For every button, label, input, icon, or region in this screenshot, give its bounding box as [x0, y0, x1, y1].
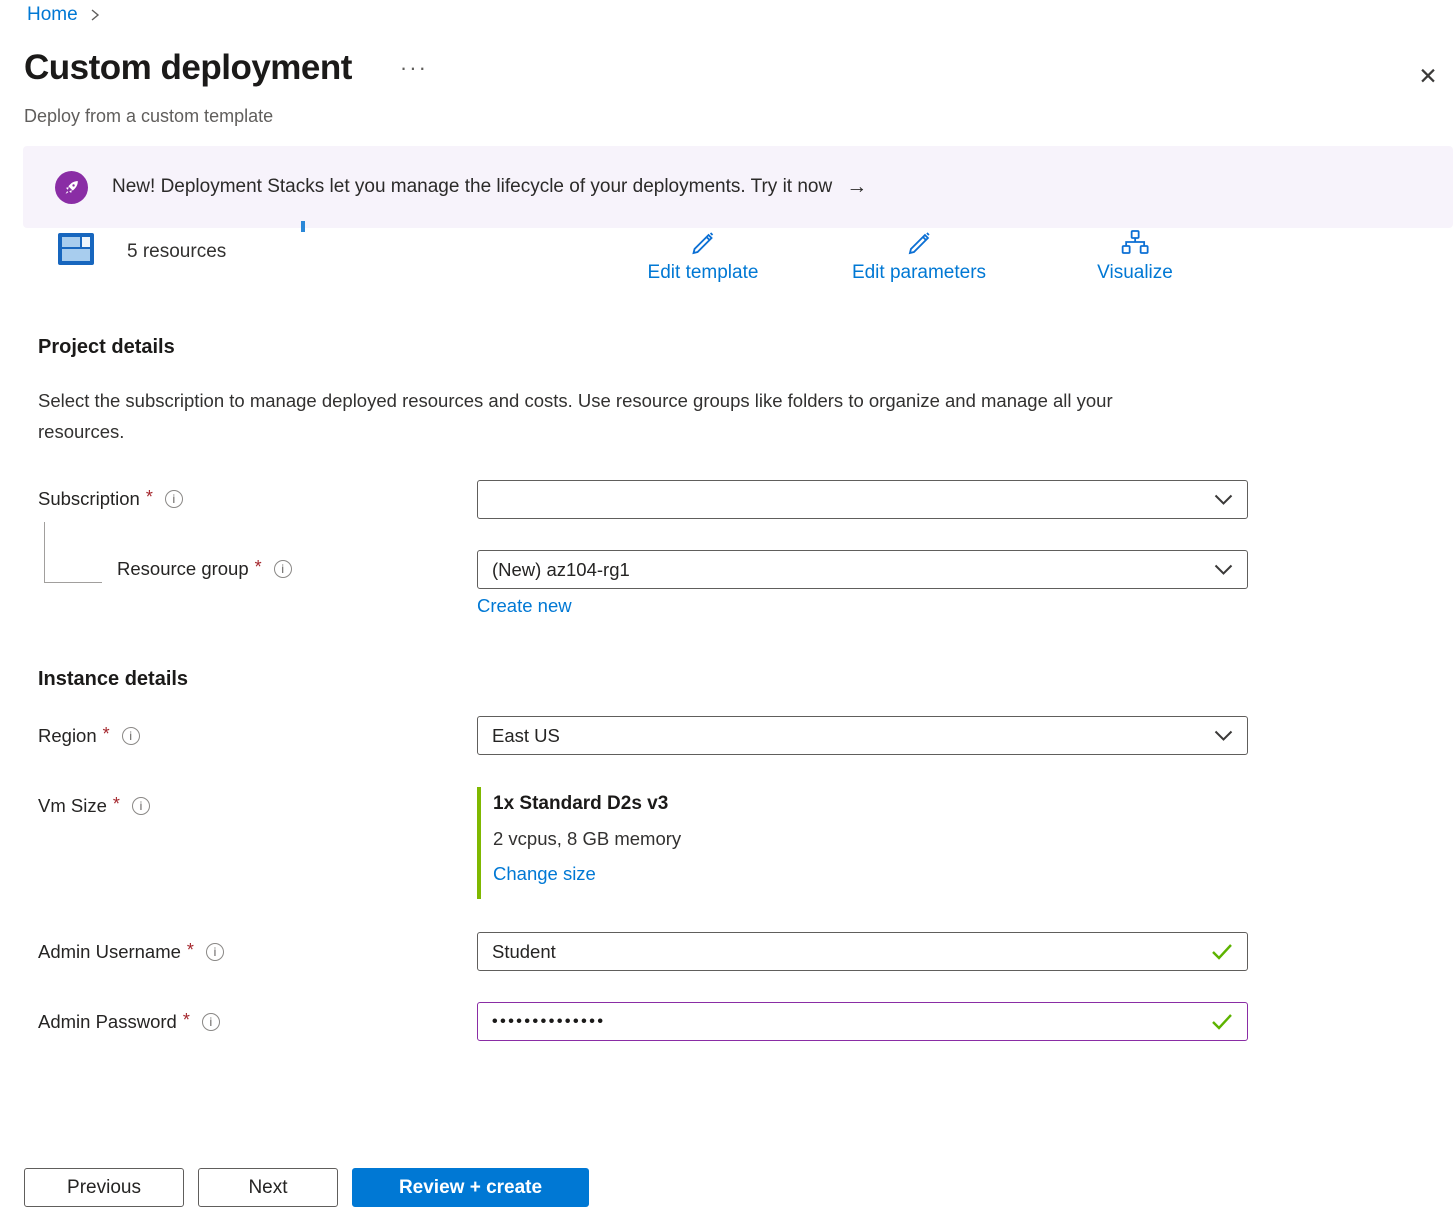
vm-size-title: 1x Standard D2s v3 — [493, 793, 681, 815]
required-asterisk: * — [146, 487, 153, 508]
edit-template-label: Edit template — [648, 262, 759, 284]
previous-button[interactable]: Previous — [24, 1168, 184, 1207]
title-row: Custom deployment ··· — [24, 48, 428, 88]
pencil-icon — [904, 228, 934, 258]
create-new-link[interactable]: Create new — [477, 595, 572, 617]
required-asterisk: * — [255, 557, 262, 578]
required-asterisk: * — [183, 1010, 190, 1031]
close-icon[interactable]: ✕ — [1412, 60, 1444, 92]
vm-size-label: Vm Size — [38, 795, 107, 817]
resource-group-value: (New) az104-rg1 — [492, 559, 630, 581]
admin-password-label-row: Admin Password * i — [38, 1011, 220, 1033]
clipped-ui-fragment — [301, 221, 305, 232]
region-value: East US — [492, 725, 560, 747]
resource-group-dropdown[interactable]: (New) az104-rg1 — [477, 550, 1248, 589]
required-asterisk: * — [187, 940, 194, 961]
admin-username-value: Student — [492, 941, 556, 963]
review-create-button[interactable]: Review + create — [352, 1168, 589, 1207]
resource-group-label: Resource group — [117, 558, 249, 580]
template-resources-icon — [57, 230, 95, 268]
resource-group-label-row: Resource group * i — [117, 558, 292, 580]
edit-template-button[interactable]: Edit template — [648, 228, 759, 284]
vm-size-label-row: Vm Size * i — [38, 795, 150, 817]
info-icon[interactable]: i — [202, 1013, 220, 1031]
chevron-down-icon — [1214, 564, 1233, 576]
custom-deployment-page: Home Custom deployment ··· ✕ Deploy from… — [0, 0, 1456, 1219]
rocket-icon — [55, 171, 88, 204]
visualize-label: Visualize — [1097, 262, 1173, 284]
field-connector-line — [44, 522, 102, 583]
checkmark-icon — [1211, 943, 1233, 960]
required-asterisk: * — [113, 794, 120, 815]
info-icon[interactable]: i — [206, 943, 224, 961]
checkmark-icon — [1211, 1013, 1233, 1030]
subscription-label-row: Subscription * i — [38, 488, 183, 510]
admin-password-label: Admin Password — [38, 1011, 177, 1033]
admin-username-input[interactable]: Student — [477, 932, 1248, 971]
project-details-description: Select the subscription to manage deploy… — [38, 385, 1188, 447]
admin-password-input[interactable]: •••••••••••••• — [477, 1002, 1248, 1041]
breadcrumb-home-link[interactable]: Home — [27, 4, 78, 26]
region-label: Region — [38, 725, 97, 747]
next-button[interactable]: Next — [198, 1168, 338, 1207]
edit-parameters-label: Edit parameters — [852, 262, 986, 284]
banner-text: New! Deployment Stacks let you manage th… — [112, 176, 832, 198]
org-chart-icon — [1120, 228, 1150, 258]
chevron-right-icon — [88, 8, 102, 22]
deployment-stacks-banner[interactable]: New! Deployment Stacks let you manage th… — [23, 146, 1453, 228]
admin-username-label: Admin Username — [38, 941, 181, 963]
required-asterisk: * — [103, 724, 110, 745]
region-dropdown[interactable]: East US — [477, 716, 1248, 755]
subscription-label: Subscription — [38, 488, 140, 510]
breadcrumb: Home — [27, 4, 102, 26]
chevron-down-icon — [1214, 730, 1233, 742]
subscription-dropdown[interactable] — [477, 480, 1248, 519]
project-details-heading: Project details — [38, 336, 175, 359]
vm-size-detail: 2 vcpus, 8 GB memory — [493, 828, 681, 850]
change-size-link[interactable]: Change size — [493, 863, 596, 885]
info-icon[interactable]: i — [274, 560, 292, 578]
info-icon[interactable]: i — [122, 727, 140, 745]
visualize-button[interactable]: Visualize — [1097, 228, 1173, 284]
admin-username-label-row: Admin Username * i — [38, 941, 224, 963]
arrow-right-icon: → — [846, 175, 867, 199]
page-subtitle: Deploy from a custom template — [24, 106, 273, 127]
info-icon[interactable]: i — [165, 490, 183, 508]
edit-parameters-button[interactable]: Edit parameters — [852, 228, 986, 284]
vm-size-summary: 1x Standard D2s v3 2 vcpus, 8 GB memory … — [477, 787, 681, 899]
chevron-down-icon — [1214, 494, 1233, 506]
admin-password-value: •••••••••••••• — [492, 1013, 605, 1031]
more-options-icon[interactable]: ··· — [400, 63, 428, 73]
resource-count: 5 resources — [127, 241, 226, 263]
info-icon[interactable]: i — [132, 797, 150, 815]
page-title: Custom deployment — [24, 48, 352, 88]
vm-size-accent-bar — [477, 787, 481, 899]
region-label-row: Region * i — [38, 725, 140, 747]
instance-details-heading: Instance details — [38, 668, 188, 691]
pencil-icon — [688, 228, 718, 258]
